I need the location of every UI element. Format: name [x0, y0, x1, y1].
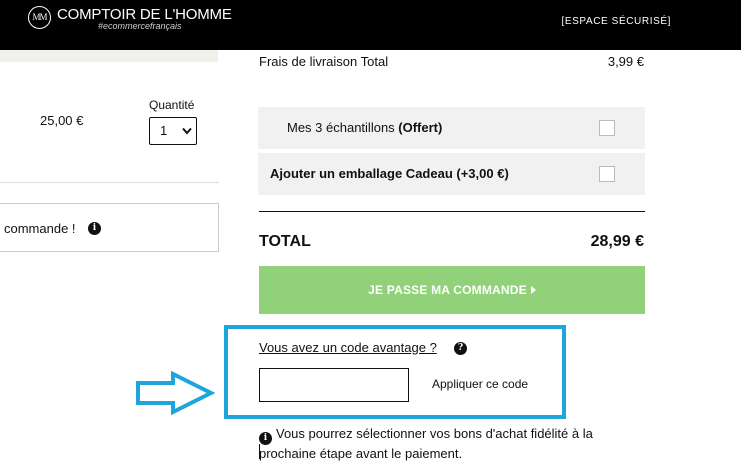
quantity-value: 1	[160, 123, 168, 138]
arrow-right-outline-icon	[136, 371, 215, 415]
item-price: 25,00 €	[40, 113, 84, 128]
brand-tagline: #ecommercefrançais	[98, 21, 182, 31]
apply-code-button[interactable]: Appliquer ce code	[432, 377, 528, 391]
place-order-label: JE PASSE MA COMMANDE	[368, 283, 527, 297]
promo-code-link[interactable]: Vous avez un code avantage ?	[259, 340, 437, 355]
place-order-button[interactable]: JE PASSE MA COMMANDE	[259, 266, 645, 314]
text-cursor	[259, 444, 260, 459]
quantity-label: Quantité	[149, 98, 195, 112]
logo-mark[interactable]: MM	[28, 6, 51, 29]
help-icon[interactable]: ?	[454, 342, 467, 355]
cart-header-band	[0, 50, 218, 62]
triangle-right-icon	[530, 286, 536, 294]
gift-wrap-option[interactable]: Ajouter un emballage Cadeau (+3,00 €)	[258, 153, 645, 195]
samples-option[interactable]: Mes 3 échantillons (Offert)	[258, 107, 645, 149]
loyalty-note-text: Vous pourrez sélectionner vos bons d'ach…	[259, 426, 593, 461]
total-divider	[259, 211, 645, 212]
loyalty-note: i Vous pourrez sélectionner vos bons d'ac…	[259, 425, 649, 463]
notice-text: commande !	[4, 221, 76, 236]
quantity-select[interactable]: 1	[149, 117, 197, 145]
info-icon: i	[259, 432, 272, 445]
samples-label: Mes 3 échantillons (Offert)	[287, 120, 443, 135]
samples-offer: (Offert)	[398, 120, 443, 135]
chevron-down-icon	[182, 127, 192, 135]
shipping-label: Frais de livraison Total	[259, 54, 389, 69]
divider	[0, 182, 219, 183]
promo-code-input[interactable]	[259, 368, 409, 402]
secure-area-label: [ESPACE SÉCURISÉ]	[561, 16, 671, 27]
gift-wrap-checkbox[interactable]	[599, 166, 615, 182]
total-value: 28,99 €	[590, 233, 644, 250]
total-label: TOTAL	[259, 233, 311, 250]
samples-checkbox[interactable]	[599, 120, 615, 136]
info-icon[interactable]: i	[88, 222, 101, 235]
gift-wrap-label: Ajouter un emballage Cadeau (+3,00 €)	[270, 166, 509, 181]
shipping-value: 3,99 €	[607, 54, 644, 69]
site-header: MM COMPTOIR DE L'HOMME #ecommercefrançai…	[0, 0, 741, 50]
